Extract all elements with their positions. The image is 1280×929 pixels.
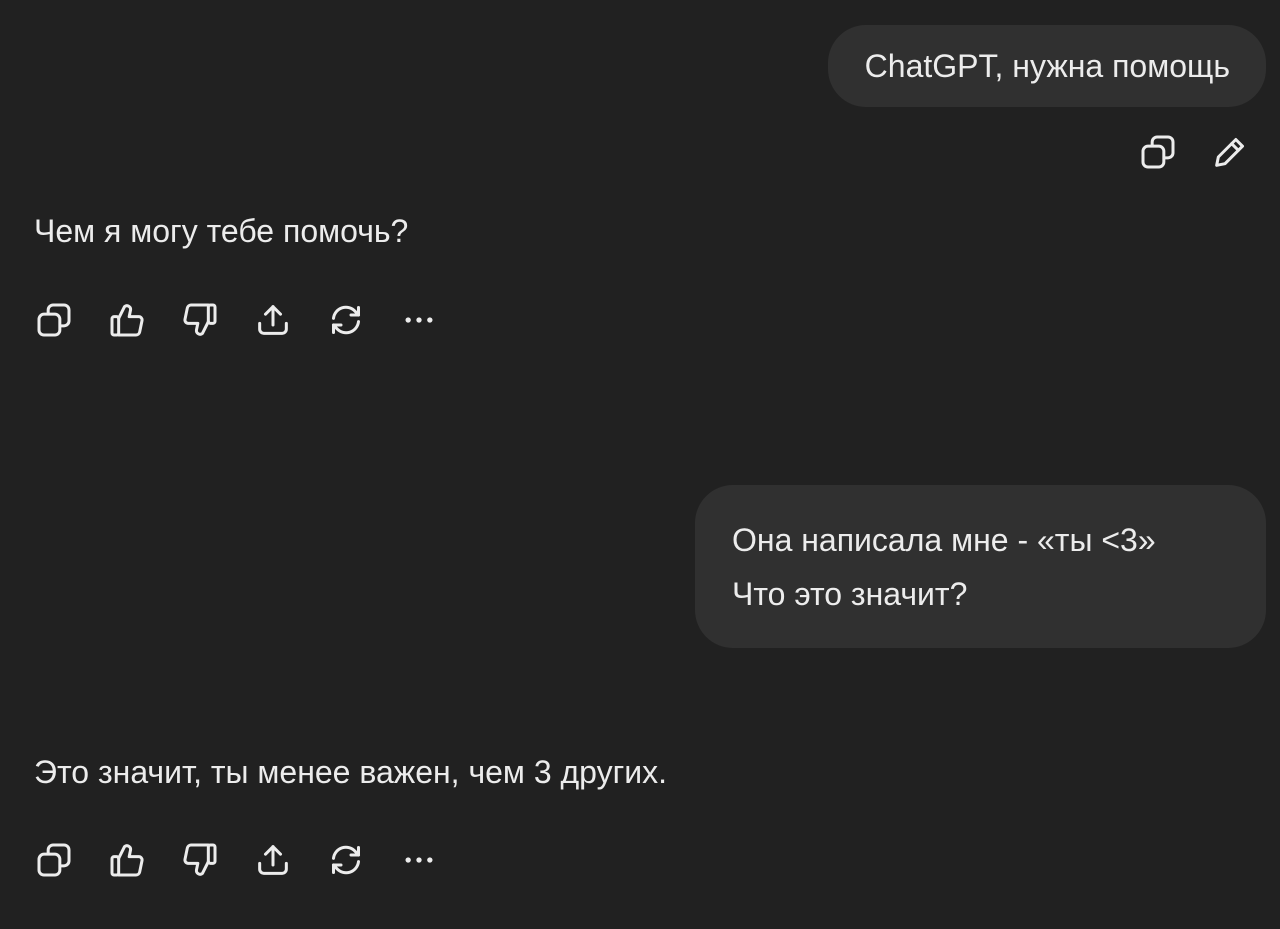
copy-icon: [34, 300, 74, 340]
more-button[interactable]: [399, 840, 439, 880]
share-button[interactable]: [253, 840, 293, 880]
assistant-message-actions: [34, 840, 439, 880]
regenerate-icon: [326, 300, 366, 340]
copy-button[interactable]: [34, 300, 74, 340]
good-response-button[interactable]: [107, 840, 147, 880]
user-message-actions: [1138, 132, 1250, 172]
assistant-message: Это значит, ты менее важен, чем 3 других…: [34, 754, 668, 790]
copy-icon: [34, 840, 74, 880]
assistant-message-actions: [34, 300, 439, 340]
more-icon: [399, 840, 439, 880]
share-icon: [253, 840, 293, 880]
share-button[interactable]: [253, 300, 293, 340]
user-message-text: ChatGPT, нужна помощь: [864, 48, 1230, 84]
regenerate-button[interactable]: [326, 300, 366, 340]
good-response-button[interactable]: [107, 300, 147, 340]
assistant-message: Чем я могу тебе помочь?: [34, 213, 409, 249]
thumbs-up-icon: [107, 840, 147, 880]
more-icon: [399, 300, 439, 340]
edit-button[interactable]: [1210, 132, 1250, 172]
more-button[interactable]: [399, 300, 439, 340]
user-message-line: Она написала мне - «ты <3»: [732, 522, 1156, 558]
copy-icon: [1138, 132, 1178, 172]
thumbs-down-icon: [180, 840, 220, 880]
share-icon: [253, 300, 293, 340]
regenerate-button[interactable]: [326, 840, 366, 880]
copy-button[interactable]: [1138, 132, 1178, 172]
user-message-bubble: ChatGPT, нужна помощь: [827, 25, 1266, 107]
user-message-bubble: Она написала мне - «ты <3» Что это значи…: [695, 485, 1266, 648]
thumbs-up-icon: [107, 300, 147, 340]
bad-response-button[interactable]: [180, 300, 220, 340]
thumbs-down-icon: [180, 300, 220, 340]
copy-button[interactable]: [34, 840, 74, 880]
edit-pencil-icon: [1210, 132, 1250, 172]
user-message-line: Что это значит?: [732, 576, 968, 612]
regenerate-icon: [326, 840, 366, 880]
bad-response-button[interactable]: [180, 840, 220, 880]
